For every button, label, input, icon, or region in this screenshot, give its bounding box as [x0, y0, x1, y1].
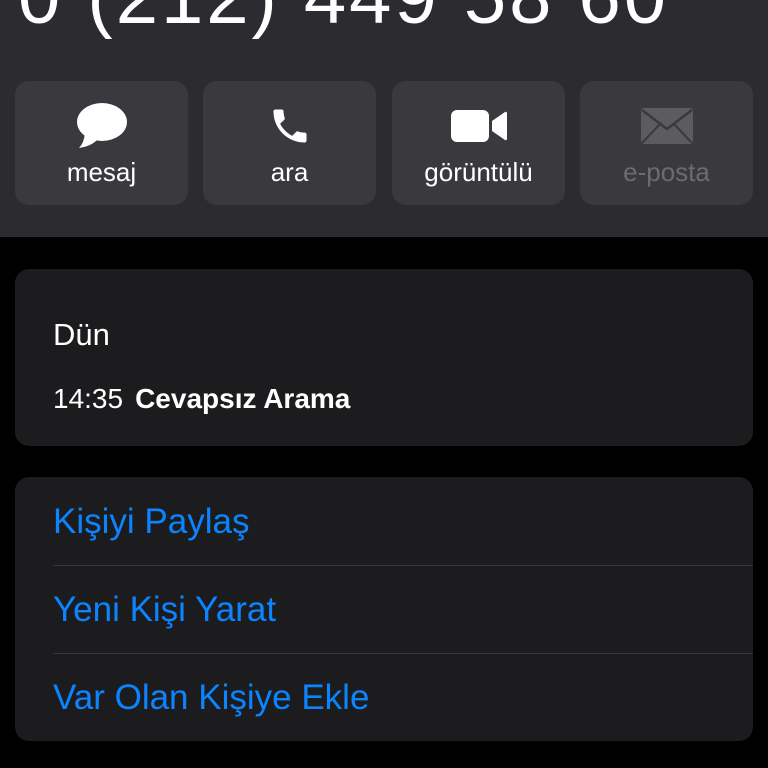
message-button[interactable]: mesaj	[15, 81, 188, 205]
share-contact-label: Kişiyi Paylaş	[53, 502, 250, 541]
call-button-label: ara	[270, 157, 309, 187]
call-day: Dün	[53, 317, 110, 352]
email-button-label: e-posta	[623, 157, 710, 187]
video-camera-icon	[392, 103, 565, 149]
quick-actions: mesaj ara görüntülü e-posta	[15, 81, 753, 205]
contact-actions-list: Kişiyi Paylaş Yeni Kişi Yarat Var Olan K…	[15, 477, 753, 741]
email-button[interactable]: e-posta	[580, 81, 753, 205]
add-to-existing-contact-item[interactable]: Var Olan Kişiye Ekle	[15, 653, 753, 741]
phone-icon	[203, 103, 376, 149]
share-contact-item[interactable]: Kişiyi Paylaş	[15, 477, 753, 565]
contact-detail-screen: 0 (212) 449 58 60 mesaj ara	[0, 0, 768, 768]
message-button-label: mesaj	[66, 157, 137, 187]
message-bubble-icon	[15, 103, 188, 149]
recent-call-card: Dün 14:35 Cevapsız Arama	[15, 269, 753, 446]
call-time: 14:35	[53, 383, 124, 414]
create-new-contact-item[interactable]: Yeni Kişi Yarat	[15, 565, 753, 653]
call-entry: 14:35 Cevapsız Arama	[53, 382, 350, 416]
contact-header: 0 (212) 449 58 60 mesaj ara	[0, 0, 768, 237]
video-button-label: görüntülü	[424, 157, 533, 187]
create-new-contact-label: Yeni Kişi Yarat	[53, 590, 277, 629]
phone-number: 0 (212) 449 58 60	[18, 0, 669, 38]
envelope-icon	[580, 103, 753, 149]
video-button[interactable]: görüntülü	[392, 81, 565, 205]
add-to-existing-contact-label: Var Olan Kişiye Ekle	[53, 678, 370, 717]
call-button[interactable]: ara	[203, 81, 376, 205]
call-status: Cevapsız Arama	[135, 383, 351, 414]
